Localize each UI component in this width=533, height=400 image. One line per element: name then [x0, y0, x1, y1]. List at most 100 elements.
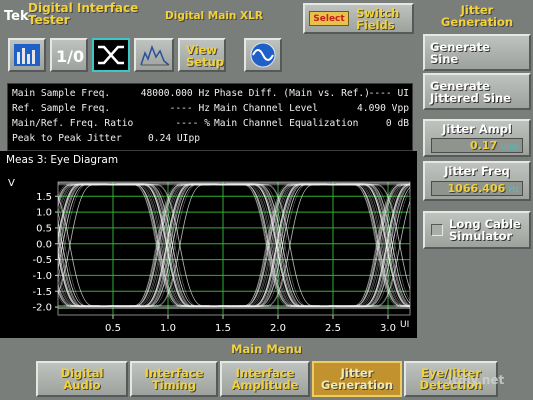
y-tick-label: -1.0	[32, 271, 52, 282]
bar-graph-icon	[14, 44, 40, 66]
eye-trace	[58, 252, 107, 307]
jitter-ampl-control[interactable]: Jitter Ampl 0.17 UIpp	[423, 119, 531, 157]
jitter-freq-control[interactable]: Jitter Freq 1066.406 Hz	[423, 161, 531, 201]
eye-trace	[58, 183, 108, 239]
equalization-label: Main Channel Equalization	[214, 118, 359, 129]
eye-diagram-button[interactable]	[92, 38, 130, 72]
x-axis-unit: UI	[400, 320, 409, 330]
freq-ratio-value: ---- %	[175, 118, 210, 129]
y-tick-label: 0.5	[36, 223, 52, 234]
eye-trace	[58, 223, 113, 306]
jitter-freq-label: Jitter Freq	[444, 164, 510, 178]
watermark: itdiy.net	[448, 373, 505, 387]
eye-trace	[58, 264, 105, 307]
eye-trace	[58, 183, 105, 227]
eye-trace	[58, 184, 103, 219]
eye-trace	[122, 183, 224, 307]
jitter-ampl-label: Jitter Ampl	[442, 122, 512, 136]
eye-trace	[58, 184, 108, 240]
eye-trace	[58, 183, 108, 240]
eye-diagram-icon	[98, 45, 124, 65]
channel-level-label: Main Channel Level	[214, 103, 318, 114]
eye-trace	[58, 184, 108, 240]
x-tick-label: 0.5	[105, 323, 121, 334]
y-tick-label: -0.5	[32, 255, 52, 266]
eye-trace	[124, 183, 226, 307]
view-setup-button[interactable]: View Setup	[178, 38, 226, 72]
jitter-freq-unit: Hz	[508, 185, 519, 194]
long-cable-label: Long Cable Simulator	[449, 217, 521, 243]
jitter-freq-value: 1066.406	[447, 182, 506, 195]
eye-trace	[327, 183, 410, 308]
eye-trace	[58, 271, 103, 307]
long-cable-toggle[interactable]: Long Cable Simulator	[423, 211, 531, 249]
eye-trace	[327, 184, 410, 307]
eye-trace	[58, 211, 116, 307]
eye-trace	[58, 252, 107, 308]
long-cable-checkbox[interactable]	[431, 224, 443, 236]
x-tick-label: 2.0	[270, 323, 286, 334]
x-tick-label: 3.0	[380, 323, 396, 334]
channel-level-value: 4.090 Vpp	[357, 103, 409, 114]
eye-trace	[58, 183, 107, 236]
menu-digital-audio[interactable]: Digital Audio	[36, 361, 128, 397]
eye-diagram-chart: 0.5 1.0 1.5 2.0 2.5 3.0 1.5 1.0 0.5 0.0 -0.5 -1.0 -1…	[8, 178, 411, 334]
side-panel-header: Jitter Generation	[422, 4, 532, 34]
y-axis-unit: V	[8, 178, 15, 189]
menu-interface-timing[interactable]: Interface Timing	[130, 361, 218, 397]
y-tick-label: 1.5	[36, 192, 52, 203]
side-panel-title-2: Generation	[440, 15, 514, 29]
io-label: 1/0	[56, 47, 85, 66]
eye-trace	[108, 184, 210, 306]
y-tick-label: -2.0	[32, 303, 52, 314]
eye-trace	[58, 183, 107, 239]
eye-trace	[58, 250, 108, 306]
phase-diff-label: Phase Diff. (Main vs. Ref.)	[214, 88, 370, 99]
generate-sine-label: Generate Sine	[430, 40, 490, 66]
equalization-value: 0 dB	[385, 118, 409, 129]
sine-wave-icon	[250, 42, 276, 68]
eye-trace	[113, 183, 215, 307]
eye-trace	[327, 183, 410, 308]
menu-jitter-generation[interactable]: Jitter Generation	[312, 361, 402, 397]
pp-jitter-label: Peak to Peak Jitter	[12, 133, 122, 144]
generate-sine-button[interactable]: Generate Sine	[423, 34, 531, 71]
switch-fields-label: Switch Fields	[356, 6, 400, 32]
eye-traces	[58, 182, 410, 309]
main-sample-freq-label: Main Sample Freq.	[12, 88, 111, 99]
switch-fields-button[interactable]: Select Switch Fields	[303, 3, 414, 34]
eye-trace	[327, 184, 410, 307]
view-setup-label: View Setup	[186, 43, 224, 69]
measurement-panel: Main Sample Freq. 48000.000 Hz Ref. Samp…	[7, 83, 413, 151]
main-menu-bar: Main Menu Digital Audio Interface Timing I…	[0, 338, 533, 400]
jitter-freq-readout: 1066.406 Hz	[431, 181, 523, 196]
main-menu-title: Main Menu	[231, 342, 302, 356]
eye-trace	[327, 184, 410, 307]
io-button[interactable]: 1/0	[50, 38, 88, 72]
eye-trace	[218, 184, 320, 306]
bar-graph-button[interactable]	[8, 38, 46, 72]
eye-trace	[231, 184, 333, 306]
x-tick-label: 1.5	[215, 323, 231, 334]
eye-trace	[58, 184, 108, 243]
signal-gen-button[interactable]	[244, 38, 282, 72]
eye-trace	[218, 184, 320, 307]
app-title: Digital Interface Tester	[28, 1, 139, 27]
eye-trace	[121, 184, 223, 306]
generate-jittered-sine-label: Generate Jittered Sine	[430, 79, 511, 105]
eye-trace	[58, 251, 108, 308]
eye-trace	[327, 184, 410, 307]
y-tick-label: 0.0	[36, 239, 52, 250]
ref-sample-freq-label: Ref. Sample Freq.	[12, 103, 111, 114]
generate-jittered-sine-button[interactable]: Generate Jittered Sine	[423, 73, 531, 110]
eye-trace	[58, 255, 107, 308]
spectrum-button[interactable]	[134, 38, 174, 72]
y-tick-label: 1.0	[36, 208, 52, 219]
eye-trace	[223, 183, 325, 307]
eye-trace	[108, 184, 210, 307]
spectrum-icon	[140, 44, 170, 66]
x-tick-label: 1.0	[160, 323, 176, 334]
menu-interface-amplitude[interactable]: Interface Amplitude	[220, 361, 310, 397]
eye-trace	[58, 250, 108, 308]
plot-frame	[57, 181, 411, 316]
